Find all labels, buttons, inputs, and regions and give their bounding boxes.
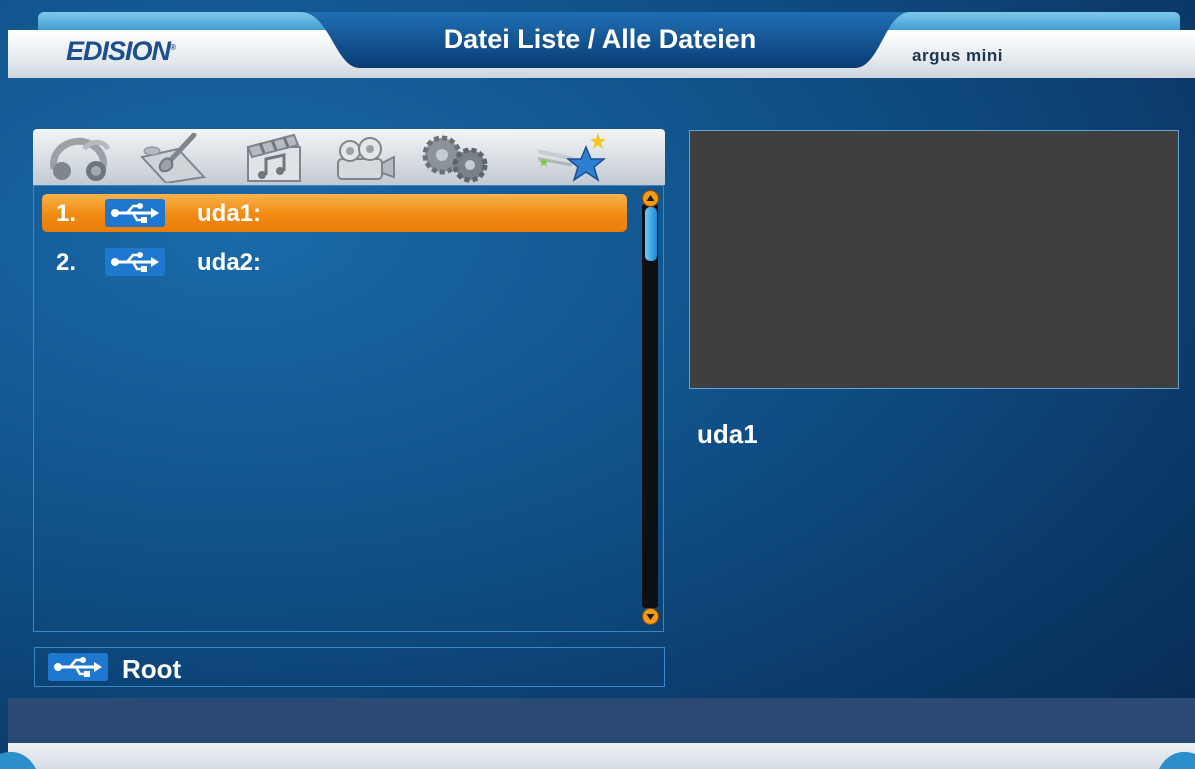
shooting-star-icon[interactable] — [538, 133, 610, 183]
page-title: Datei Liste / Alle Dateien — [443, 24, 757, 54]
preview-item-name: uda1 — [697, 419, 758, 449]
file-row-number: 1. — [56, 200, 77, 227]
info-band — [8, 698, 1195, 743]
camera-icon[interactable] — [330, 133, 402, 183]
scrollbar-track[interactable] — [642, 204, 658, 608]
video-clapper-icon[interactable] — [242, 133, 314, 183]
scroll-up-icon[interactable] — [642, 190, 659, 207]
scroll-down-icon[interactable] — [642, 608, 659, 625]
file-list-screen: EDISION® Datei Liste / Alle Dateien argu… — [0, 0, 1195, 769]
file-row-number: 2. — [56, 249, 77, 276]
file-row-label: uda2: — [197, 249, 262, 276]
music-headphones-icon[interactable] — [44, 133, 116, 183]
file-row-2[interactable]: 2. uda2: — [42, 243, 627, 281]
preview-window — [689, 130, 1179, 389]
scrollbar-thumb[interactable] — [645, 207, 657, 261]
brand-logo: EDISION® — [66, 36, 176, 67]
current-path-label: Root — [122, 654, 182, 684]
footer-bar — [8, 743, 1195, 769]
brand-registered-mark: ® — [170, 43, 176, 52]
model-name: argus mini — [912, 46, 1003, 65]
brand-name: EDISION — [66, 36, 171, 66]
file-row-1[interactable]: 1. uda1: — [42, 194, 627, 232]
paint-brush-icon[interactable] — [138, 133, 210, 183]
footer-corner-right — [1159, 751, 1195, 769]
footer-corner-left — [0, 751, 36, 769]
usb-icon — [105, 248, 165, 276]
settings-gears-icon[interactable] — [418, 133, 490, 183]
usb-icon — [105, 199, 165, 227]
usb-icon — [48, 653, 108, 681]
file-row-label: uda1: — [197, 200, 262, 227]
